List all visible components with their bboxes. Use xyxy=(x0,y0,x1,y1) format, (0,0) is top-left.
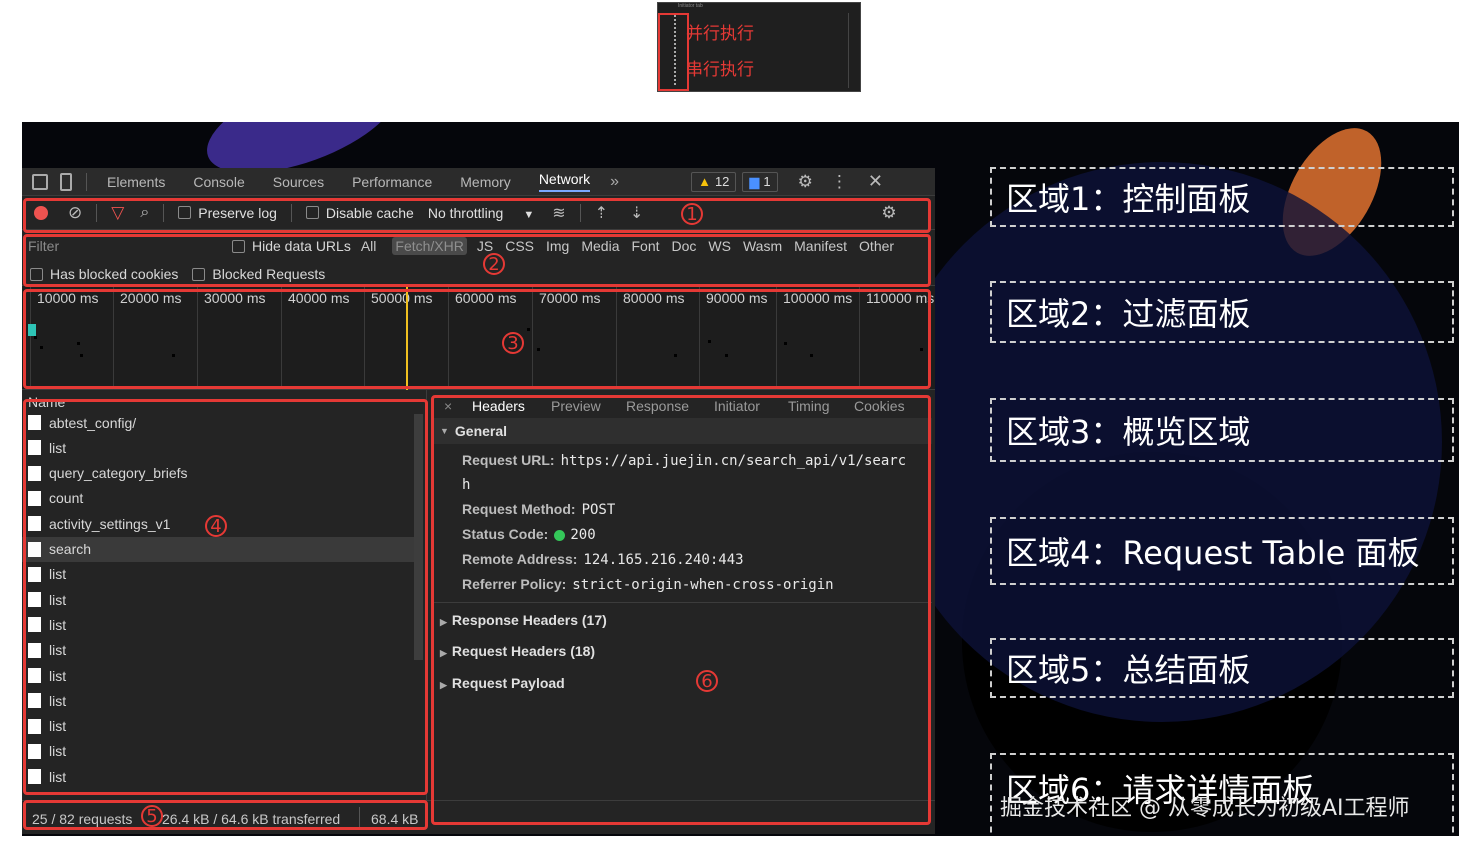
tab-memory[interactable]: Memory xyxy=(460,174,511,190)
area-3-label: 区域3：概览区域 xyxy=(990,398,1454,462)
area-6-highlight xyxy=(431,395,931,825)
thumbnail-divider xyxy=(848,13,849,88)
tab-performance[interactable]: Performance xyxy=(352,174,432,190)
messages-badge[interactable]: ▆ 1 xyxy=(742,171,778,192)
warning-icon: ▲ xyxy=(698,174,711,189)
screenshot: Initiator tab 并行执行 串行执行 Elements Console… xyxy=(0,0,1484,844)
settings-gear-icon[interactable]: ⚙ xyxy=(798,172,813,192)
parallel-execution-label: 并行执行 xyxy=(686,24,754,44)
area-1-label: 区域1：控制面板 xyxy=(990,167,1454,227)
more-options-icon[interactable]: ⋮ xyxy=(831,172,848,192)
tab-network[interactable]: Network xyxy=(538,171,591,192)
area-3-marker: 3 xyxy=(502,332,524,354)
serial-execution-label: 串行执行 xyxy=(686,60,754,80)
area-4-marker: 4 xyxy=(205,515,227,537)
area-6-marker: 6 xyxy=(696,670,718,692)
more-tabs-button[interactable]: » xyxy=(610,173,619,191)
area-2-highlight xyxy=(23,234,931,287)
warnings-badge[interactable]: ▲ 12 xyxy=(691,171,737,192)
area-4-label: 区域4：Request Table 面板 xyxy=(990,517,1454,585)
area-3-highlight xyxy=(23,289,931,389)
tab-elements[interactable]: Elements xyxy=(107,174,165,190)
device-toolbar-icon[interactable] xyxy=(60,172,72,191)
message-icon: ▆ xyxy=(749,173,760,189)
area-2-label: 区域2：过滤面板 xyxy=(990,281,1454,343)
area-4-highlight xyxy=(23,399,428,795)
execution-thumbnail: Initiator tab 并行执行 串行执行 xyxy=(657,2,861,92)
thumbnail-tiny-title: Initiator tab xyxy=(678,3,703,9)
watermark: 掘金技术社区 @ 从零成长为初级AI工程师 xyxy=(1000,796,1410,821)
close-devtools-icon[interactable]: ✕ xyxy=(868,171,883,192)
area-5-label: 区域5：总结面板 xyxy=(990,638,1454,698)
area-5-marker: 5 xyxy=(141,805,163,827)
slide-background: Elements Console Sources Performance Mem… xyxy=(22,122,1459,836)
devtools-tab-bar: Elements Console Sources Performance Mem… xyxy=(22,168,935,196)
area-1-highlight xyxy=(23,198,931,233)
thumbnail-highlight-box xyxy=(658,13,689,91)
tab-console[interactable]: Console xyxy=(193,174,244,190)
area-5-highlight xyxy=(23,800,428,830)
messages-count: 1 xyxy=(763,174,771,189)
inspect-element-icon[interactable] xyxy=(32,173,48,190)
warnings-count: 12 xyxy=(714,174,730,189)
tab-bar-divider xyxy=(86,172,87,191)
area-2-marker: 2 xyxy=(483,253,505,275)
area-1-marker: 1 xyxy=(681,203,703,225)
tab-sources[interactable]: Sources xyxy=(273,174,324,190)
